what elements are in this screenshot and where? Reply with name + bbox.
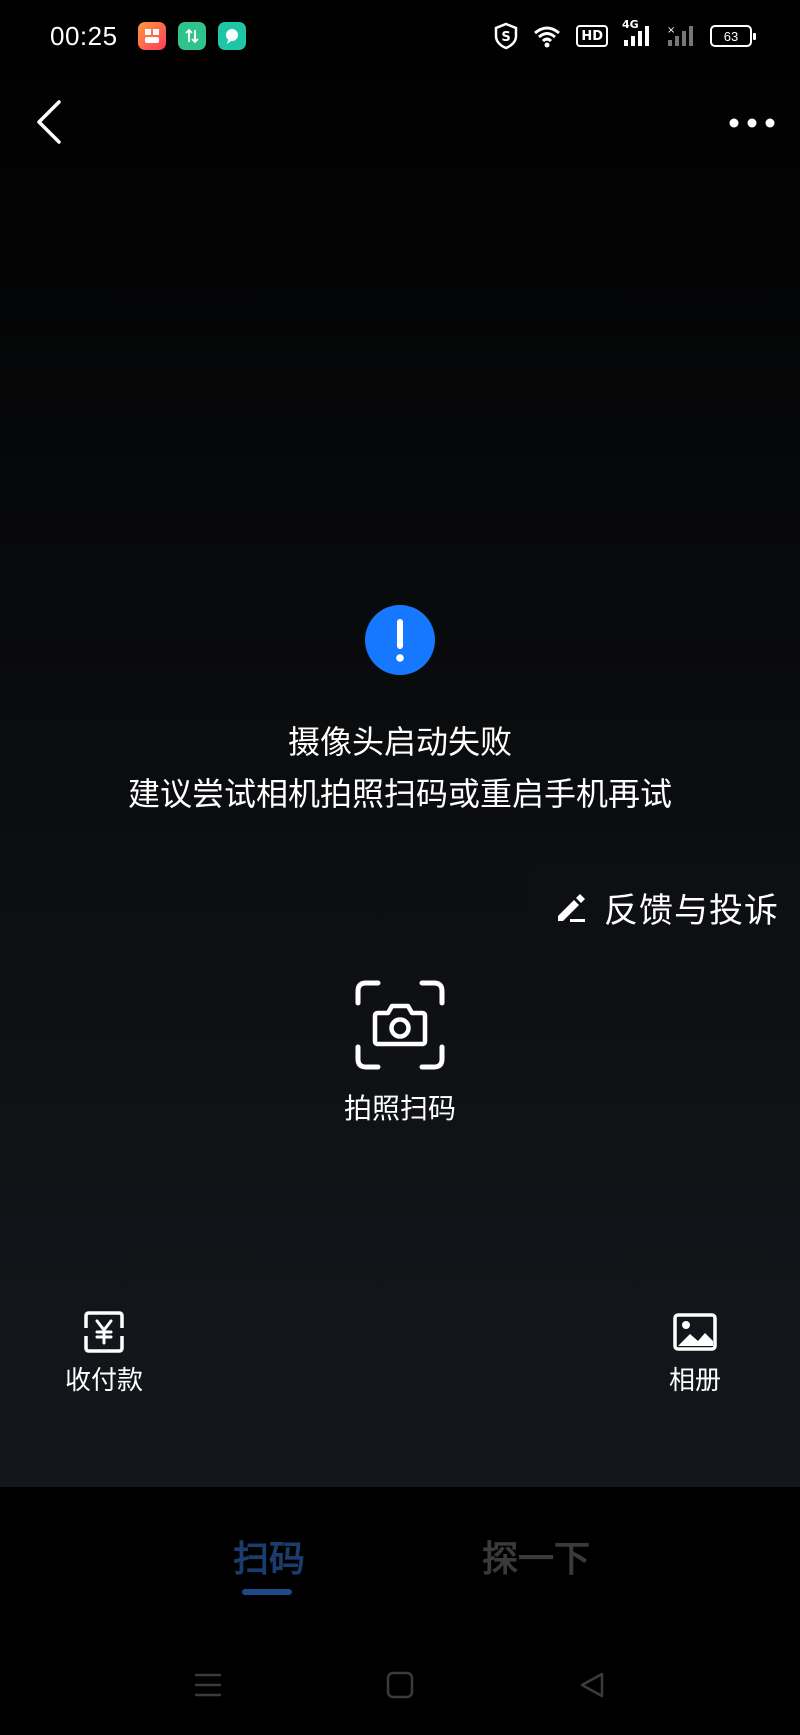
chevron-left-icon	[37, 100, 61, 144]
payment-label: 收付款	[64, 1366, 143, 1396]
tab-scan[interactable]: 扫码	[233, 1530, 305, 1582]
cell-signal-2-icon: ×	[666, 24, 696, 48]
error-title: 摄像头启动失败	[287, 723, 512, 761]
svg-text:S: S	[502, 30, 511, 45]
image-icon	[673, 1313, 717, 1351]
home-square-icon	[386, 1671, 414, 1699]
more-button[interactable]	[720, 96, 784, 150]
hd-label: HD	[581, 28, 603, 44]
feedback-button[interactable]: 反馈与投诉	[530, 863, 800, 951]
battery-icon: 63	[710, 25, 756, 47]
svg-text:×: ×	[667, 25, 675, 36]
back-button[interactable]	[18, 92, 78, 152]
status-bar: 00:25 S HD 4G × 63	[0, 0, 800, 72]
wifi-icon	[532, 24, 562, 48]
feedback-label: 反馈与投诉	[604, 890, 779, 931]
back-triangle-icon	[580, 1672, 604, 1698]
network-label: 4G	[622, 18, 639, 31]
hd-icon: HD	[576, 25, 608, 47]
shield-icon: S	[494, 22, 518, 50]
notification-apps	[137, 22, 246, 50]
error-subtitle: 建议尝试相机拍照扫码或重启手机再试	[127, 775, 672, 813]
photo-scan-button[interactable]: 拍照扫码	[300, 975, 500, 1135]
cell-signal-icon: 4G	[622, 18, 652, 48]
transfer-app-icon	[177, 22, 206, 50]
nav-back-button[interactable]	[562, 1660, 622, 1710]
nav-menu-button[interactable]	[178, 1660, 238, 1710]
payment-button[interactable]: 收付款	[49, 1290, 159, 1400]
more-dots-icon	[729, 118, 775, 128]
app-notification-icon	[137, 22, 166, 50]
album-button[interactable]: 相册	[640, 1290, 750, 1400]
battery-level: 63	[723, 28, 739, 44]
tab-explore[interactable]: 探一下	[482, 1530, 590, 1582]
nav-home-button[interactable]	[370, 1660, 430, 1710]
system-nav-bar	[0, 1660, 800, 1710]
tab-active-indicator	[242, 1589, 292, 1595]
exclamation-icon	[365, 605, 435, 675]
album-label: 相册	[668, 1366, 721, 1396]
menu-icon	[195, 1673, 221, 1697]
pen-edit-icon	[558, 894, 585, 922]
yuan-icon	[84, 1311, 124, 1353]
camera-scan-icon	[355, 980, 445, 1070]
status-time: 00:25	[50, 20, 118, 51]
photo-scan-label: 拍照扫码	[343, 1092, 456, 1125]
chat-app-icon	[217, 22, 246, 50]
status-indicators: S HD 4G × 63	[494, 18, 756, 50]
